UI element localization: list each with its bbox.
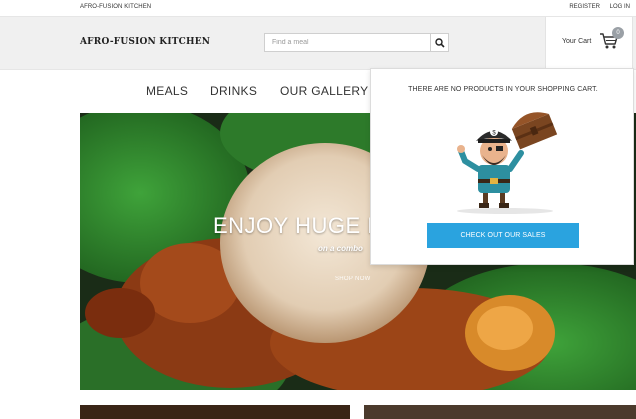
nav-item-gallery[interactable]: OUR GALLERY [280,84,368,98]
search-bar [264,33,449,52]
empty-cart-message: THERE ARE NO PRODUCTS IN YOUR SHOPPING C… [408,86,598,93]
hero-shop-link[interactable]: SHOP NOW [335,276,371,282]
site-header: AFRO-FUSION KITCHEN [0,16,636,70]
search-input[interactable] [265,34,429,51]
cart-count-badge: 0 [612,27,624,39]
cart-dropdown: THERE ARE NO PRODUCTS IN YOUR SHOPPING C… [370,68,634,265]
search-icon [434,37,445,48]
pirate-mascot-icon: $ [457,112,558,214]
hero-subtitle: on a combo [318,244,363,253]
promo-thumbnail-left[interactable] [80,405,350,419]
top-bar: AFRO-FUSION KITCHEN REGISTER LOG IN [0,0,636,16]
site-logo[interactable]: AFRO-FUSION KITCHEN [80,37,210,47]
cart-label: Your Cart [562,38,592,45]
nav-item-meals[interactable]: MEALS [146,84,188,98]
nav-item-drinks[interactable]: DRINKS [210,84,257,98]
promo-thumbnail-right[interactable] [364,405,636,419]
login-link[interactable]: LOG IN [610,4,630,10]
cart-button[interactable]: Your Cart 0 [545,17,633,69]
account-links: REGISTER LOG IN [561,4,630,10]
search-button[interactable] [430,34,448,51]
top-brand-text: AFRO-FUSION KITCHEN [80,4,152,10]
checkout-sales-button[interactable]: CHECK OUT OUR SALES [427,223,579,248]
register-link[interactable]: REGISTER [569,4,600,10]
